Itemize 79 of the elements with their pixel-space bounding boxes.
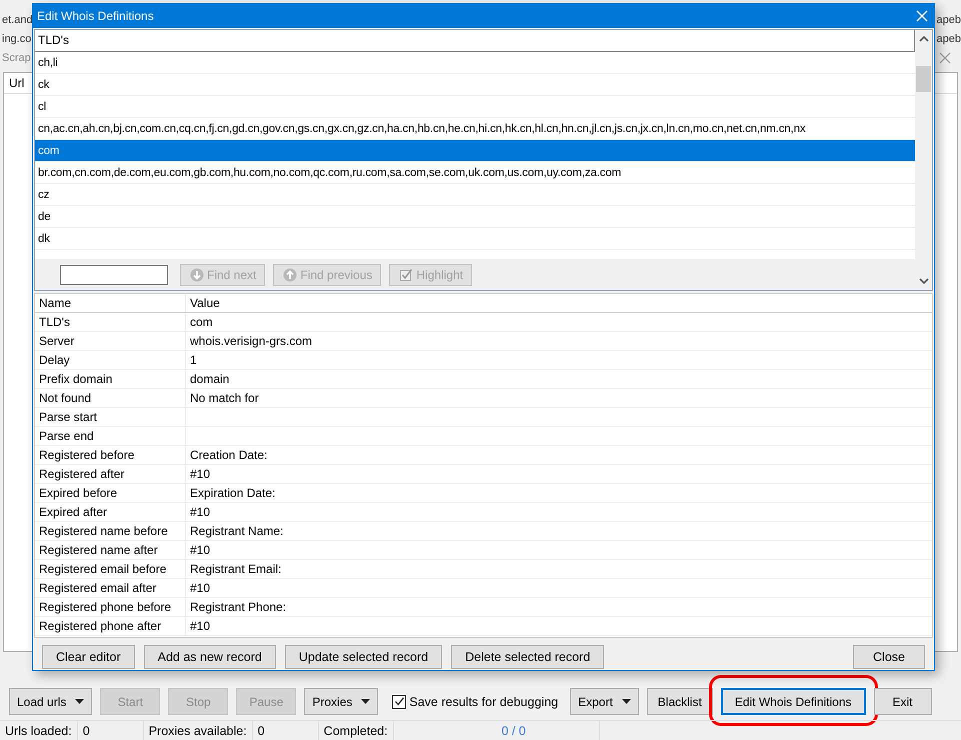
dialog-button[interactable]: Clear editor (42, 645, 135, 669)
list-item[interactable]: dk (35, 228, 915, 250)
property-value[interactable]: Expiration Date: (190, 484, 276, 502)
property-name: Server (35, 332, 186, 350)
background-text: apeb (936, 32, 961, 44)
property-value[interactable]: Creation Date: (190, 446, 268, 464)
property-name: Parse start (35, 408, 186, 426)
property-name: Not found (35, 389, 186, 407)
status-value: 0 / 0 (394, 721, 600, 740)
status-label: Completed: (318, 721, 394, 740)
property-name: Delay (35, 351, 186, 369)
column-header[interactable]: TLD's (35, 30, 915, 52)
column-header[interactable]: Name (35, 294, 186, 312)
window-title: Edit Whois Definitions (37, 9, 154, 23)
dialog-button[interactable]: Update selected record (284, 645, 442, 669)
property-name: Registered name after (35, 541, 186, 559)
property-value[interactable]: #10 (190, 617, 210, 635)
property-value[interactable]: #10 (190, 503, 210, 521)
property-name: Registered email before (35, 560, 186, 578)
property-name: Expired before (35, 484, 186, 502)
arrow-up-icon (283, 268, 298, 282)
checkbox-icon (399, 268, 414, 282)
property-name: Prefix domain (35, 370, 186, 388)
property-name: Registered phone before (35, 598, 186, 616)
list-item[interactable]: de (35, 206, 915, 228)
toolbar-button[interactable]: Blacklist (646, 688, 713, 715)
list-item[interactable]: br.com,cn.com,de.com,eu.com,gb.com,hu.com,no.com,qc.com,ru.com,sa.com,se.com,uk.com,us.com,uy.com,za.com (35, 162, 915, 184)
caret-icon (622, 699, 631, 704)
dialog-button[interactable]: Delete selected record (451, 645, 604, 669)
list-item[interactable]: ck (35, 74, 915, 96)
background-text: apeb (936, 14, 961, 26)
background-text: ing.co (2, 32, 32, 44)
property-name: Registered email after (35, 579, 186, 597)
background-text: et.and (2, 14, 33, 26)
toolbar-button[interactable]: Export (570, 688, 639, 715)
status-label: Proxies available: (144, 721, 253, 740)
caret-icon (361, 699, 370, 704)
toolbar-button[interactable]: Load urls (9, 688, 92, 715)
list-item[interactable]: com (35, 140, 915, 162)
caret-icon (75, 699, 84, 704)
status-label: Urls loaded: (0, 721, 78, 740)
property-name: Registered name before (35, 522, 186, 540)
property-value[interactable]: whois.verisign-grs.com (190, 332, 312, 350)
property-value[interactable]: Registrant Name: (190, 522, 284, 540)
property-value[interactable]: Registrant Email: (190, 560, 282, 578)
list-item[interactable]: ch,li (35, 52, 915, 74)
property-name: TLD's (35, 313, 186, 331)
checkmark-icon (394, 696, 405, 707)
property-name: Registered after (35, 465, 186, 483)
list-item[interactable]: cz (35, 184, 915, 206)
property-name: Registered before (35, 446, 186, 464)
property-value[interactable]: #10 (190, 579, 210, 597)
scroll-up-icon[interactable] (918, 36, 928, 42)
scrollbar[interactable] (915, 30, 932, 290)
column-header[interactable]: Value (186, 294, 932, 312)
property-name: Expired after (35, 503, 186, 521)
scroll-down-icon[interactable] (918, 278, 928, 284)
property-value[interactable]: #10 (190, 541, 210, 559)
property-value[interactable]: domain (190, 370, 230, 388)
property-value[interactable]: Registrant Phone: (190, 598, 286, 616)
property-value[interactable]: No match for (190, 389, 259, 407)
toolbar-button[interactable]: Proxies (304, 688, 378, 715)
list-item[interactable]: cl (35, 96, 915, 118)
property-value[interactable]: com (190, 313, 213, 331)
toolbar-button[interactable]: Edit Whois Definitions (720, 688, 866, 715)
scroll-thumb[interactable] (916, 66, 931, 92)
dialog-button[interactable]: Add as new record (144, 645, 276, 669)
search-field[interactable] (60, 264, 168, 284)
arrow-down-icon (190, 268, 204, 282)
property-name: Parse end (35, 427, 186, 445)
status-value: 0 (78, 721, 144, 740)
property-name: Registered phone after (35, 617, 186, 635)
property-value[interactable]: 1 (190, 351, 197, 369)
toolbar-button[interactable]: Exit (874, 688, 932, 715)
background-text: Scrap (2, 52, 31, 64)
property-value[interactable]: #10 (190, 465, 210, 483)
close-button[interactable]: Close (853, 645, 925, 669)
close-icon[interactable] (939, 52, 951, 64)
status-value: 0 (252, 721, 319, 740)
